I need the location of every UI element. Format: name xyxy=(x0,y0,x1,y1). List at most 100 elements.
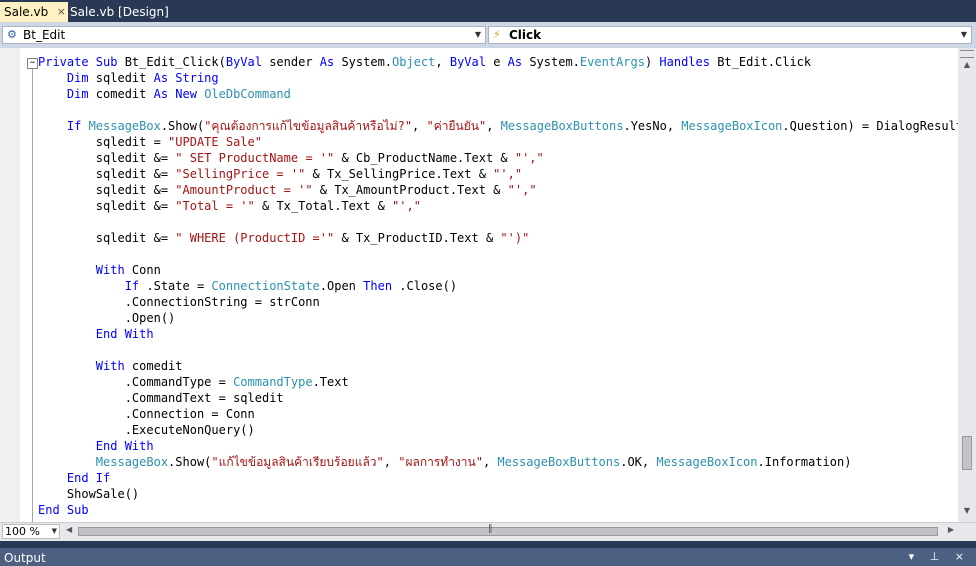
code-line[interactable] xyxy=(38,246,958,262)
code-token: MessageBox xyxy=(95,455,169,469)
code-line[interactable]: If .State = ConnectionState.Open Then .C… xyxy=(38,278,958,294)
code-token: .ExecuteNonQuery() xyxy=(38,423,255,437)
tab-label: Sale.vb xyxy=(4,5,49,19)
code-text[interactable]: Private Sub Bt_Edit_Click(ByVal sender A… xyxy=(38,54,958,518)
code-line[interactable]: End With xyxy=(38,326,958,342)
code-token: sender xyxy=(261,55,320,69)
navigation-bar: ⚙ Bt_Edit ▼ ⚡ Click ▼ xyxy=(0,22,976,48)
indicator-margin xyxy=(0,48,20,522)
code-token: "'," xyxy=(392,199,421,213)
code-token: "ผลการทำงาน" xyxy=(398,455,483,469)
code-token: ByVal xyxy=(449,55,486,69)
tab-sale-vb-design[interactable]: Sale.vb [Design] xyxy=(66,2,174,22)
tab-sale-vb[interactable]: Sale.vb × xyxy=(0,2,68,24)
code-editor[interactable]: − Private Sub Bt_Edit_Click(ByVal sender… xyxy=(0,48,958,522)
scroll-left-icon[interactable]: ◀ xyxy=(66,525,72,534)
code-line[interactable] xyxy=(38,342,958,358)
code-line[interactable]: Private Sub Bt_Edit_Click(ByVal sender A… xyxy=(38,54,958,70)
code-token: comedit xyxy=(88,87,154,101)
code-token: .Show( xyxy=(160,119,205,133)
code-token: , xyxy=(412,119,427,133)
code-token: As xyxy=(319,55,335,69)
scroll-right-icon[interactable]: ▶ xyxy=(948,525,954,534)
scroll-up-icon[interactable]: ▲ xyxy=(961,60,973,72)
code-line[interactable]: ShowSale() xyxy=(38,486,958,502)
code-token: .Show( xyxy=(168,455,212,469)
class-name-dropdown[interactable]: ⚙ Bt_Edit ▼ xyxy=(2,26,486,44)
code-token: .Question) = DialogResult.Ye xyxy=(782,119,958,133)
code-token: Then xyxy=(363,279,393,293)
code-token: With xyxy=(38,359,125,373)
code-line[interactable]: .ConnectionString = strConn xyxy=(38,294,958,310)
code-line[interactable]: .Open() xyxy=(38,310,958,326)
code-line[interactable]: End Sub xyxy=(38,502,958,518)
code-token: .Open xyxy=(319,279,364,293)
code-token: "Total = '" xyxy=(175,199,255,213)
code-token: sqledit &= xyxy=(38,231,176,245)
code-line[interactable]: MessageBox.Show("แก้ไขข้อมูลสินค้าเรียบร… xyxy=(38,454,958,470)
code-token: .Text xyxy=(312,375,349,389)
close-icon[interactable]: × xyxy=(57,2,66,22)
code-line[interactable]: sqledit &= "Total = '" & Tx_Total.Text &… xyxy=(38,198,958,214)
scroll-thumb[interactable] xyxy=(78,527,938,536)
class-name-value: Bt_Edit xyxy=(23,28,66,42)
code-line[interactable]: End If xyxy=(38,470,958,486)
code-token: & Tx_AmountProduct.Text & xyxy=(312,183,508,197)
code-line[interactable]: .CommandText = sqledit xyxy=(38,390,958,406)
code-token: .ConnectionString = strConn xyxy=(38,295,320,309)
horizontal-scrollbar[interactable]: ◀ ‖ ▶ xyxy=(64,524,956,539)
code-line[interactable]: With Conn xyxy=(38,262,958,278)
code-line[interactable]: sqledit &= "AmountProduct = '" & Tx_Amou… xyxy=(38,182,958,198)
code-line[interactable]: With comedit xyxy=(38,358,958,374)
code-token: .CommandType = xyxy=(38,375,234,389)
vertical-scrollbar[interactable]: ▲ ▼ xyxy=(958,48,976,522)
code-token: As xyxy=(507,55,523,69)
code-line[interactable]: .Connection = Conn xyxy=(38,406,958,422)
code-token: .CommandText = sqledit xyxy=(38,391,284,405)
code-line[interactable]: Dim sqledit As String xyxy=(38,70,958,86)
code-line[interactable] xyxy=(38,214,958,230)
code-token: OleDbCommand xyxy=(204,87,291,101)
code-line[interactable]: .ExecuteNonQuery() xyxy=(38,422,958,438)
panel-controls[interactable]: ▾ ⊥ × xyxy=(909,550,970,563)
scroll-down-icon[interactable]: ▼ xyxy=(961,506,973,518)
code-line[interactable]: End With xyxy=(38,438,958,454)
code-line[interactable]: .CommandType = CommandType.Text xyxy=(38,374,958,390)
code-token: MessageBoxButtons xyxy=(500,119,624,133)
method-name-dropdown[interactable]: ⚡ Click ▼ xyxy=(488,26,972,44)
editor-bottom-bar: 100 % ▼ ◀ ‖ ▶ xyxy=(0,522,976,541)
code-token: sqledit xyxy=(88,71,154,85)
code-token: As New xyxy=(153,87,205,101)
output-panel-header[interactable]: Output ▾ ⊥ × xyxy=(0,548,976,566)
outline-line xyxy=(32,62,33,522)
code-line[interactable]: If MessageBox.Show("คุณต้องการแก้ไขข้อมู… xyxy=(38,118,958,134)
code-token: Bt_Edit.Click xyxy=(709,55,812,69)
code-token: , xyxy=(486,119,501,133)
code-line[interactable]: Dim comedit As New OleDbCommand xyxy=(38,86,958,102)
collapse-icon[interactable]: − xyxy=(27,58,38,69)
zoom-value: 100 % xyxy=(5,525,40,538)
code-line[interactable]: sqledit &= "SellingPrice = '" & Tx_Selli… xyxy=(38,166,958,182)
method-name-value: Click xyxy=(509,28,542,42)
code-token: ConnectionState xyxy=(211,279,320,293)
code-token: ByVal xyxy=(225,55,262,69)
code-token: If xyxy=(38,279,140,293)
code-line[interactable]: sqledit &= " WHERE (ProductID ='" & Tx_P… xyxy=(38,230,958,246)
code-token: comedit xyxy=(124,359,183,373)
zoom-dropdown[interactable]: 100 % ▼ xyxy=(2,524,60,539)
chevron-down-icon: ▼ xyxy=(51,527,57,535)
code-line[interactable]: sqledit = "UPDATE Sale" xyxy=(38,134,958,150)
code-line[interactable]: sqledit &= " SET ProductName = '" & Cb_P… xyxy=(38,150,958,166)
splitter-handle[interactable] xyxy=(960,50,974,58)
code-token: sqledit &= xyxy=(38,183,176,197)
code-token: sqledit &= xyxy=(38,167,176,181)
code-token: If xyxy=(38,119,89,133)
code-token: Object xyxy=(392,55,436,69)
code-token: Handles xyxy=(659,55,710,69)
code-line[interactable] xyxy=(38,102,958,118)
code-token: End With xyxy=(38,439,154,453)
code-token: e xyxy=(485,55,508,69)
scroll-thumb[interactable] xyxy=(962,436,972,470)
code-token: .OK, xyxy=(620,455,657,469)
